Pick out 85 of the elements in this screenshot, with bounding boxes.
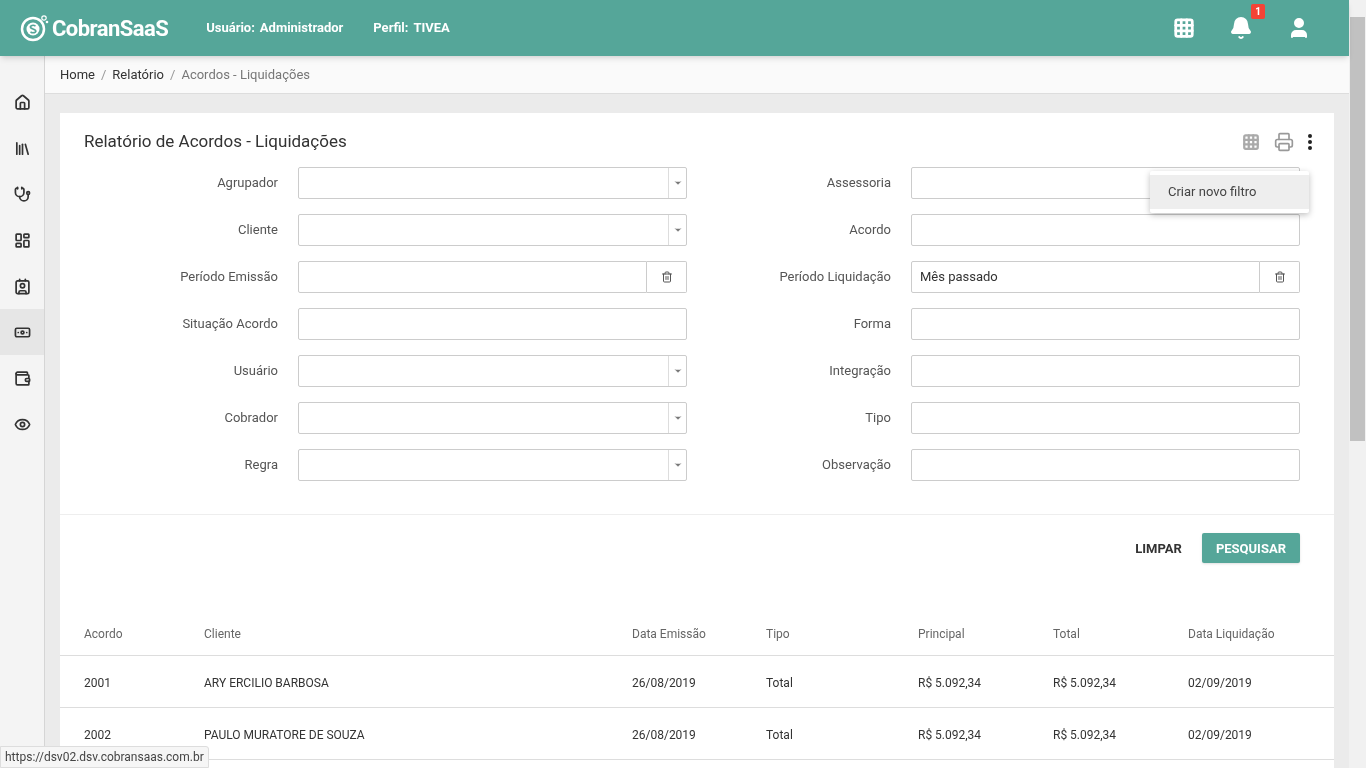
select-field[interactable] (298, 213, 687, 246)
breadcrumb-separator: / (170, 65, 176, 84)
select-field[interactable] (298, 166, 687, 199)
table-cell: PAULO MURATORE DE SOUZA (204, 727, 365, 742)
input-field[interactable] (911, 401, 1300, 434)
field-label: Observação (821, 455, 892, 474)
profile-value: TIVEA (413, 19, 450, 38)
user-value: Administrador (259, 19, 344, 38)
column-header: Data Emissão (632, 626, 706, 641)
printer-icon (1274, 131, 1294, 152)
field-label: Cobrador (223, 408, 279, 427)
table-cell: R$ 5.092,34 (1053, 675, 1117, 690)
field-label: Integração (828, 361, 892, 380)
clear-button[interactable] (1260, 260, 1300, 293)
select-field[interactable] (298, 354, 687, 387)
column-header: Total (1053, 626, 1080, 641)
table-cell: ARY ERCILIO BARBOSA (204, 675, 329, 690)
clear-button[interactable] (647, 260, 687, 293)
column-header: Principal (918, 626, 965, 641)
table-cell: R$ 5.092,34 (1053, 727, 1117, 742)
notification-badge: 1 (1251, 4, 1265, 19)
table-cell: R$ 5.092,34 (918, 727, 982, 742)
grid-icon (1173, 17, 1195, 39)
books-icon (13, 139, 31, 157)
grid-icon (1242, 132, 1260, 151)
table-cell: 26/08/2019 (632, 727, 696, 742)
profile-label: Perfil: (373, 19, 409, 38)
user-label: Usuário: (206, 19, 255, 38)
field-label: Acordo (848, 220, 892, 239)
columns-button[interactable] (1242, 132, 1260, 151)
table-cell: 2001 (84, 675, 111, 690)
logo-icon (20, 13, 50, 43)
field-label: Situação Acordo (181, 314, 279, 333)
more-button[interactable] (1308, 133, 1312, 150)
field-label: Forma (852, 314, 892, 333)
bell-icon (1229, 16, 1253, 40)
breadcrumb-separator: / (101, 65, 107, 84)
input-field[interactable] (911, 354, 1300, 387)
select-field[interactable] (298, 448, 687, 481)
field-label: Período Emissão (179, 267, 279, 286)
home-icon (13, 93, 31, 111)
date-field[interactable] (298, 260, 647, 293)
field-label: Período Liquidação (778, 267, 892, 286)
breadcrumb-current: Acordos - Liquidações (181, 65, 310, 84)
table-cell: 02/09/2019 (1188, 675, 1252, 690)
table-cell: 02/09/2019 (1188, 727, 1252, 742)
scrollbar[interactable] (1349, 0, 1366, 768)
logo-text: CobranSaaS (52, 14, 169, 43)
input-field[interactable] (911, 213, 1300, 246)
field-label: Regra (243, 455, 279, 474)
status-tooltip: https://dsv02.dsv.cobransaas.com.br (0, 746, 209, 768)
table-cell: Total (766, 727, 793, 742)
column-header: Tipo (766, 626, 790, 641)
input-field[interactable] (911, 448, 1300, 481)
table-cell: 26/08/2019 (632, 675, 696, 690)
sidebar-item[interactable] (0, 309, 44, 355)
field-label: Assessoria (825, 173, 892, 192)
print-button[interactable] (1274, 131, 1294, 152)
trash-icon (660, 270, 673, 283)
table-cell: R$ 5.092,34 (918, 675, 982, 690)
field-label: Cliente (237, 220, 279, 239)
trash-icon (1273, 270, 1286, 283)
card-title: Relatório de Acordos - Liquidações (84, 130, 347, 153)
input-field[interactable] (298, 307, 687, 340)
stethoscope-icon (13, 185, 31, 203)
date-field[interactable]: Mês passado (911, 260, 1260, 293)
breadcrumb-link[interactable]: Relatório (112, 64, 165, 85)
table-cell: Total (766, 675, 793, 690)
more-icon (1308, 133, 1312, 150)
contact-card-icon (13, 277, 31, 295)
input-field[interactable] (911, 307, 1300, 340)
apps-button[interactable] (1171, 15, 1197, 41)
menu-item[interactable]: Criar novo filtro (1150, 175, 1309, 209)
dashboard-icon (13, 231, 31, 249)
breadcrumb-link[interactable]: Home (60, 64, 95, 85)
select-field[interactable] (298, 401, 687, 434)
column-header: Cliente (204, 626, 241, 641)
field-label: Usuário (232, 361, 279, 380)
clear-filters-button[interactable]: LIMPAR (1133, 532, 1184, 564)
table-cell: 2002 (84, 727, 111, 742)
field-label: Agrupador (216, 173, 279, 192)
column-header: Data Liquidação (1188, 626, 1275, 641)
wallet-icon (13, 369, 31, 387)
field-label: Tipo (864, 408, 892, 427)
column-header: Acordo (84, 626, 123, 641)
